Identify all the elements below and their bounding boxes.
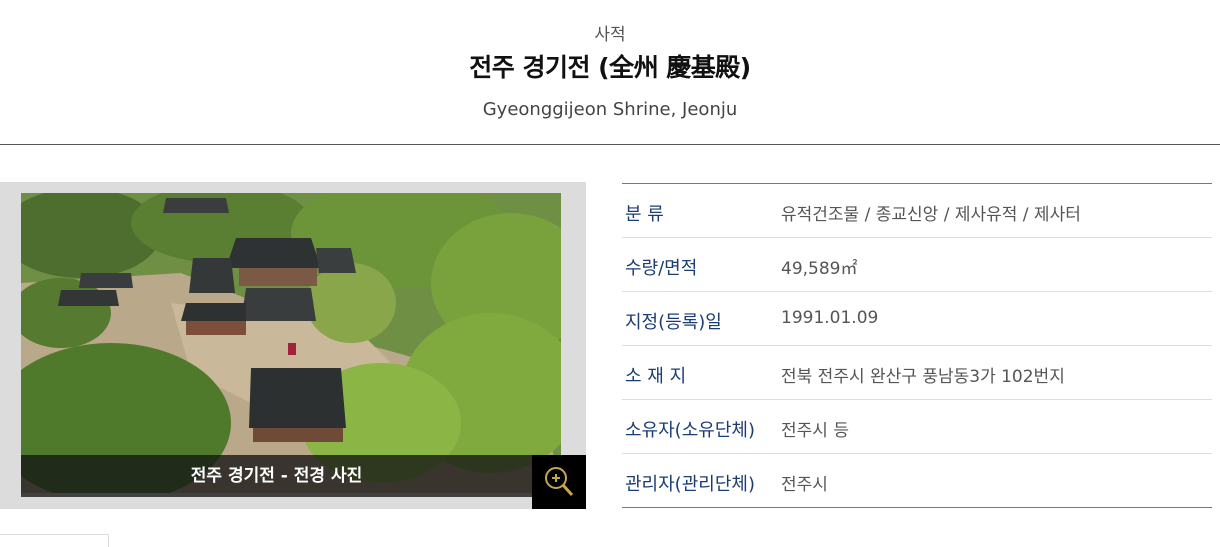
page-title: 전주 경기전 (全州 慶基殿)	[469, 53, 751, 82]
info-value: 전주시	[781, 475, 828, 495]
info-value: 1991.01.09	[781, 308, 879, 328]
zoom-button[interactable]	[532, 455, 586, 509]
info-row-location: 소 재 지 전북 전주시 완산구 풍남동3가 102번지	[622, 346, 1212, 400]
heritage-photo	[21, 193, 561, 493]
info-label: 지정(등록)일	[625, 312, 722, 333]
info-row-designation-date: 지정(등록)일 1991.01.09	[622, 292, 1212, 346]
zoom-in-icon	[545, 467, 574, 497]
info-label: 소유자(소유단체)	[625, 420, 755, 441]
info-label: 관리자(관리단체)	[625, 474, 755, 495]
info-row-manager: 관리자(관리단체) 전주시	[622, 454, 1212, 507]
info-value: 유적건조물 / 종교신앙 / 제사유적 / 제사터	[781, 205, 1081, 225]
info-value: 전북 전주시 완산구 풍남동3가 102번지	[781, 367, 1065, 387]
info-row-area: 수량/면적 49,589㎡	[622, 238, 1212, 292]
photo-panel: 전주 경기전 - 전경 사진	[0, 182, 586, 509]
info-value: 전주시 등	[781, 421, 849, 441]
page-header: 사적 전주 경기전 (全州 慶基殿) Gyeonggijeon Shrine, …	[0, 0, 1220, 145]
info-row-classification: 분 류 유적건조물 / 종교신앙 / 제사유적 / 제사터	[622, 184, 1212, 238]
page-subtitle: Gyeonggijeon Shrine, Jeonju	[482, 99, 738, 120]
info-label: 소 재 지	[625, 366, 687, 387]
heritage-info-table: 분 류 유적건조물 / 종교신앙 / 제사유적 / 제사터 수량/면적 49,5…	[622, 183, 1212, 508]
info-label: 분 류	[625, 204, 664, 225]
info-label: 수량/면적	[625, 258, 698, 279]
info-row-owner: 소유자(소유단체) 전주시 등	[622, 400, 1212, 454]
info-value: 49,589㎡	[781, 259, 858, 279]
photo-caption: 전주 경기전 - 전경 사진	[21, 455, 532, 497]
heritage-category: 사적	[594, 25, 626, 45]
